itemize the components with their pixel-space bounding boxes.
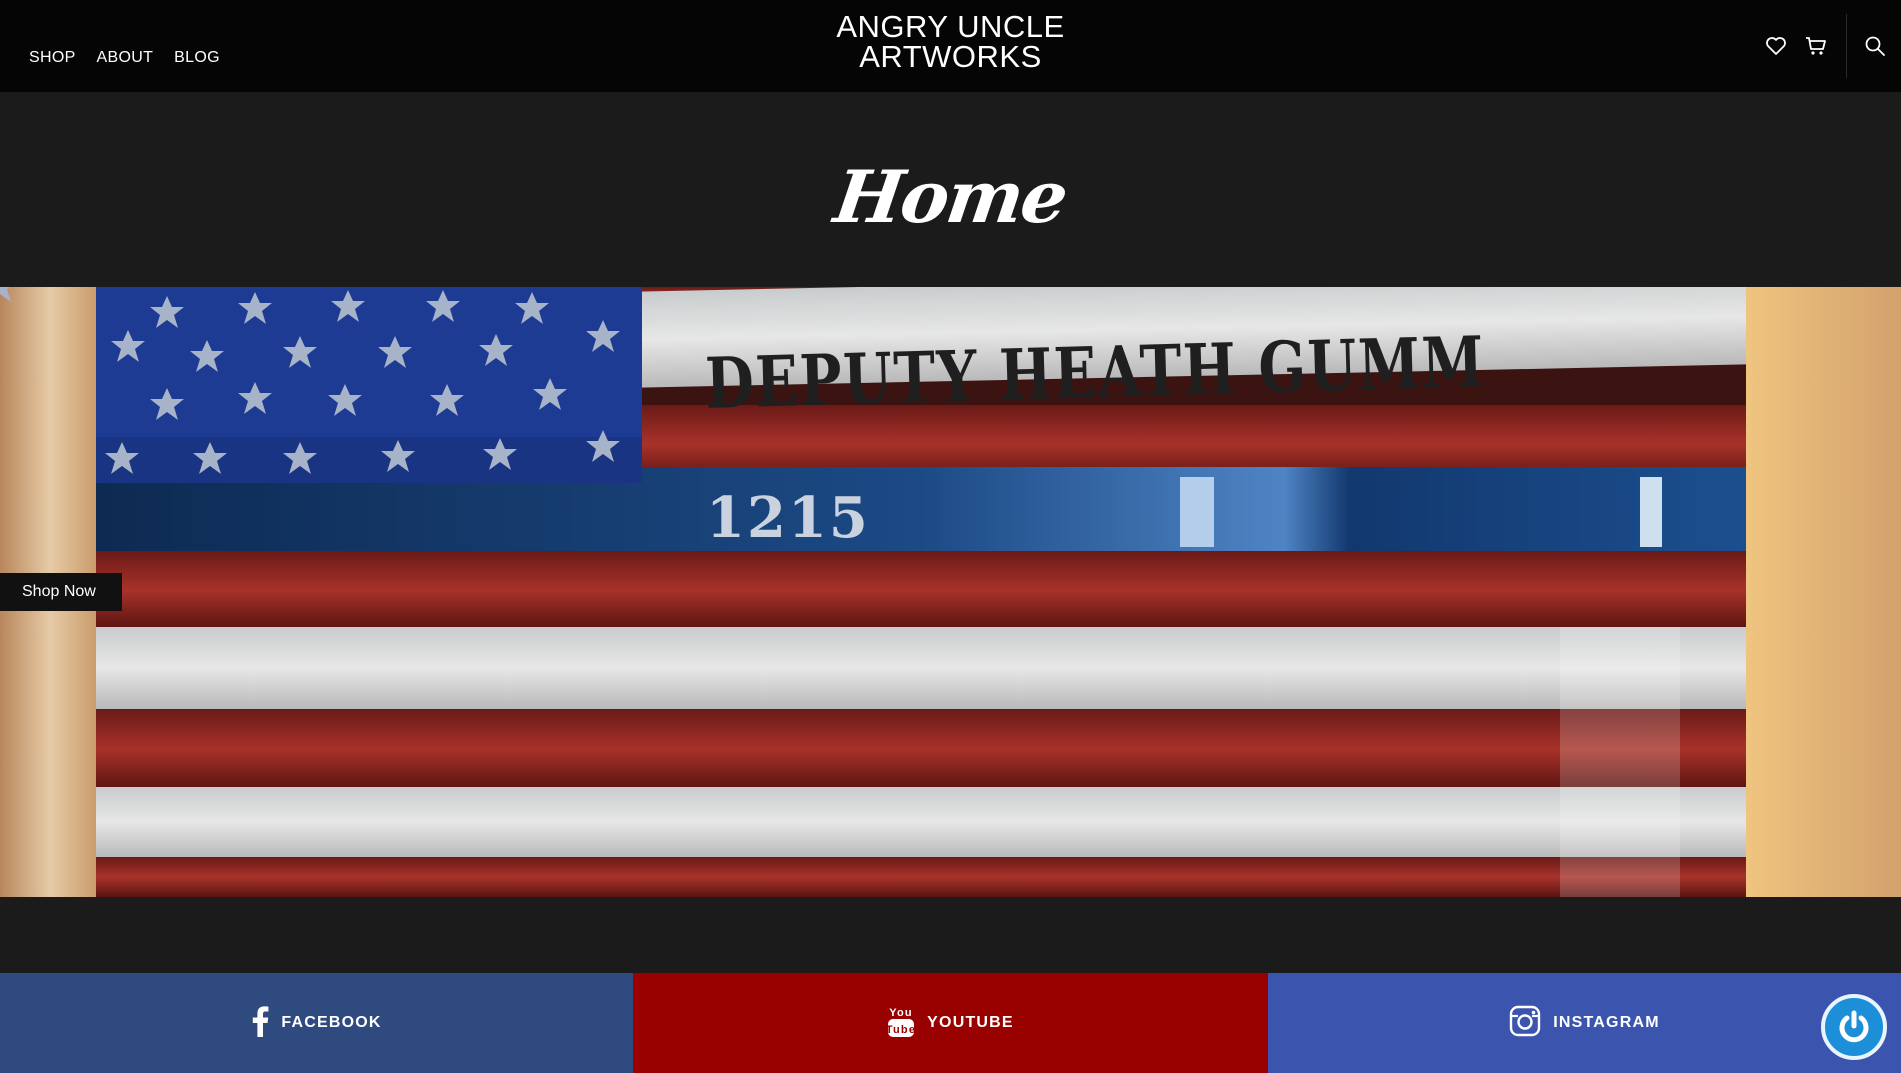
instagram-icon bbox=[1509, 1005, 1541, 1042]
flag-artwork-image: DEPUTY HEATH GUMM 1215 bbox=[0, 287, 1901, 897]
facebook-label: FACEBOOK bbox=[281, 1014, 382, 1031]
heart-icon[interactable] bbox=[1756, 26, 1796, 66]
site-header: SHOP ABOUT BLOG ANGRY UNCLE ARTWORKS bbox=[0, 0, 1901, 92]
page-title-band: Home bbox=[0, 92, 1901, 287]
logo-line-2: ARTWORKS bbox=[859, 39, 1042, 74]
power-icon[interactable] bbox=[1821, 994, 1887, 1060]
svg-text:You: You bbox=[889, 1007, 913, 1019]
shop-now-button[interactable]: Shop Now bbox=[0, 573, 122, 611]
youtube-link[interactable]: You Tube YOUTUBE bbox=[633, 973, 1268, 1073]
youtube-icon: You Tube bbox=[886, 1004, 915, 1043]
instagram-link[interactable]: INSTAGRAM bbox=[1268, 973, 1901, 1073]
content-spacer bbox=[0, 897, 1901, 973]
facebook-link[interactable]: FACEBOOK bbox=[0, 973, 633, 1073]
svg-text:Tube: Tube bbox=[887, 1024, 915, 1036]
logo-line-1: ANGRY UNCLE bbox=[836, 9, 1065, 44]
header-icons bbox=[1756, 0, 1901, 92]
search-icon[interactable] bbox=[1855, 26, 1895, 66]
facebook-icon bbox=[251, 1005, 269, 1042]
header-divider bbox=[1846, 14, 1847, 78]
hero-banner: DEPUTY HEATH GUMM 1215 Shop Now bbox=[0, 287, 1901, 897]
youtube-label: YOUTUBE bbox=[927, 1014, 1014, 1031]
page-title: Home bbox=[829, 154, 1072, 239]
social-bar: FACEBOOK You Tube YOUTUBE INSTAGRAM bbox=[0, 973, 1901, 1073]
site-logo[interactable]: ANGRY UNCLE ARTWORKS bbox=[0, 9, 1901, 74]
instagram-label: INSTAGRAM bbox=[1553, 1014, 1660, 1031]
flag-number-text: 1215 bbox=[706, 485, 870, 551]
cart-icon[interactable] bbox=[1796, 26, 1836, 66]
